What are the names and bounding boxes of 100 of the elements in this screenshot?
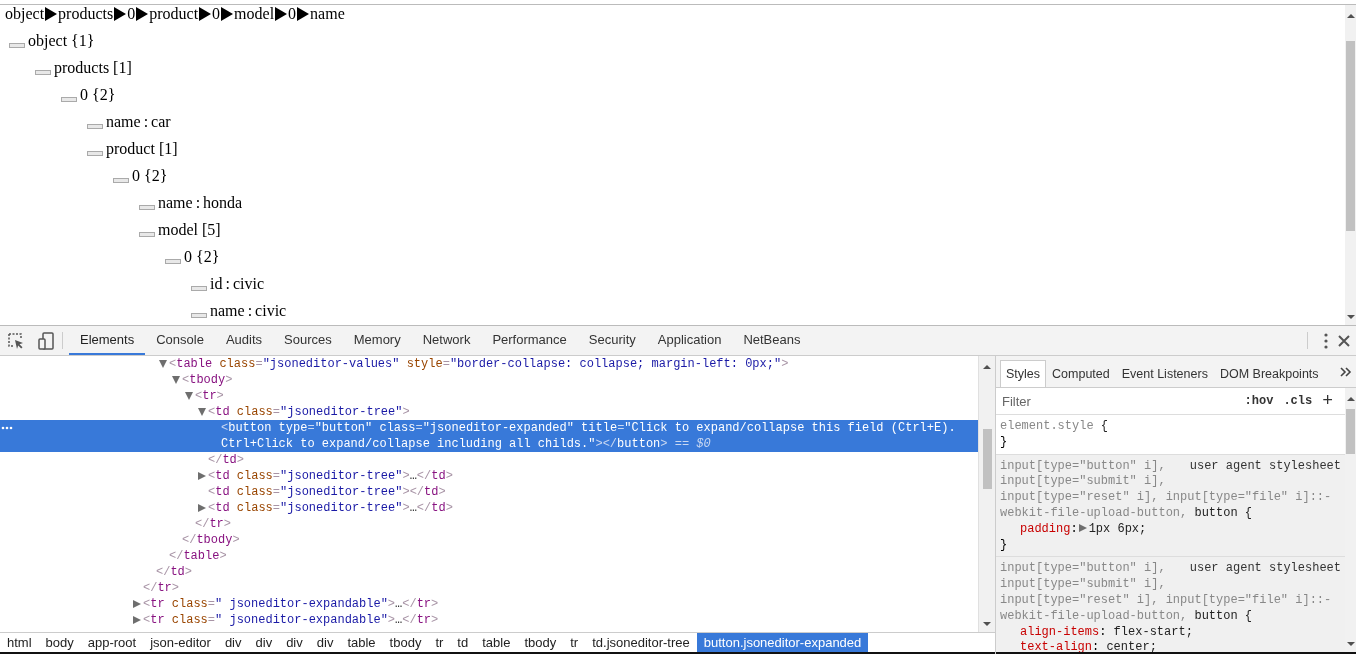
property-value[interactable]: 1px 6px; xyxy=(1077,521,1147,538)
breadcrumb-link[interactable]: 0 xyxy=(288,5,297,23)
filter-field[interactable]: Filter xyxy=(1000,392,1240,410)
scrollbar[interactable] xyxy=(1345,5,1356,325)
field-name[interactable]: 0 xyxy=(184,247,192,266)
scrollbar[interactable] xyxy=(978,356,995,632)
breadcrumb-link[interactable]: model xyxy=(234,5,275,23)
field-name[interactable]: model xyxy=(158,220,198,239)
dom-node-row[interactable]: <table class="jsoneditor-values" style="border-collapse: collapse; margin-left: 0px;"> xyxy=(0,356,978,372)
field-name[interactable]: product xyxy=(106,139,155,158)
rule-selector: input[type="submit" i], xyxy=(1000,577,1167,593)
field-value[interactable]: civic xyxy=(232,274,264,293)
breadcrumb-link[interactable]: products xyxy=(58,5,114,23)
dom-path-item[interactable]: td xyxy=(450,633,476,652)
property-value[interactable]: center; xyxy=(1099,640,1157,652)
devtools-tab[interactable]: NetBeans xyxy=(732,326,812,355)
breadcrumb-link[interactable]: product xyxy=(149,5,199,23)
styles-tab[interactable]: Computed xyxy=(1046,360,1116,387)
dom-path-item[interactable]: div xyxy=(279,633,310,652)
separator-arrow-icon xyxy=(114,7,127,21)
field-name[interactable]: name xyxy=(106,112,141,131)
dom-node-row[interactable]: <td class="jsoneditor-tree">…</td> xyxy=(0,500,978,516)
field-name[interactable]: products xyxy=(54,58,110,77)
disclosure-triangle-icon[interactable] xyxy=(133,600,141,608)
styles-tab[interactable]: DOM Breakpoints xyxy=(1213,360,1325,387)
devtools-tab[interactable]: Application xyxy=(646,326,733,355)
dom-node-row[interactable]: <td class="jsoneditor-tree">…</td> xyxy=(0,468,978,484)
scrollbar[interactable] xyxy=(1345,388,1356,652)
field-name[interactable]: id xyxy=(210,274,223,293)
disclosure-triangle-icon[interactable] xyxy=(172,376,180,384)
dom-path-item[interactable]: button.jsoneditor-expanded xyxy=(696,633,869,652)
dom-path-item[interactable]: html xyxy=(0,633,39,652)
code-line: <tbody> xyxy=(182,372,233,388)
code-line: <td class="jsoneditor-tree"> xyxy=(208,404,410,420)
disclosure-triangle-icon[interactable] xyxy=(133,616,141,624)
devtools-tab[interactable]: Security xyxy=(577,326,647,355)
disclosure-triangle-icon[interactable] xyxy=(159,360,167,368)
styles-tab[interactable]: Event Listeners xyxy=(1115,360,1214,387)
chevron-double-right-icon[interactable] xyxy=(1340,366,1352,377)
dom-node-row[interactable]: <tr class=" jsoneditor-expandable">…</tr> xyxy=(0,612,978,628)
disclosure-triangle-icon[interactable] xyxy=(198,504,206,512)
property-colon: : xyxy=(1070,521,1078,538)
dom-path-item[interactable]: table xyxy=(340,633,383,652)
dom-path-item[interactable]: body xyxy=(38,633,81,652)
devtools-tab[interactable]: Console xyxy=(145,326,215,355)
device-toolbar-icon[interactable] xyxy=(36,330,56,351)
breadcrumb-link[interactable]: object xyxy=(5,5,45,23)
hover-state-toggle[interactable]: :hov xyxy=(1239,394,1279,408)
property-name[interactable]: padding xyxy=(1020,521,1071,538)
dom-path-item[interactable]: div xyxy=(309,633,341,652)
dom-path-item[interactable]: div xyxy=(248,633,280,652)
dom-node-row[interactable]: <td class="jsoneditor-tree"></td> xyxy=(0,484,978,500)
property-name[interactable]: align-items xyxy=(1020,624,1100,641)
devtools-tab[interactable]: Sources xyxy=(273,326,343,355)
dom-path-item[interactable]: json-editor xyxy=(143,633,218,652)
disclosure-triangle-icon[interactable] xyxy=(185,392,193,400)
dom-path-item[interactable]: tbody xyxy=(382,633,429,652)
code-line: <td class="jsoneditor-tree">…</td> xyxy=(208,500,453,516)
devtools-tab[interactable]: Memory xyxy=(342,326,412,355)
property-name[interactable]: text-align xyxy=(1020,640,1092,652)
property-value[interactable]: flex-start; xyxy=(1106,624,1193,641)
dom-path-item[interactable]: div xyxy=(217,633,249,652)
child-count: {2} xyxy=(92,85,116,104)
more-dots-icon[interactable] xyxy=(1,426,13,430)
field-value[interactable]: civic xyxy=(255,301,287,320)
styles-tab[interactable]: Styles xyxy=(1000,360,1047,387)
separator-arrow-icon xyxy=(275,7,288,21)
field-value[interactable]: car xyxy=(151,112,171,131)
disclosure-triangle-icon[interactable] xyxy=(198,472,206,480)
field-name[interactable]: 0 xyxy=(132,166,140,185)
more-menu-icon[interactable] xyxy=(1324,332,1328,349)
child-count: {1} xyxy=(71,31,95,50)
rule-selector: input[type="button" i], xyxy=(1000,561,1166,578)
devtools-tab[interactable]: Audits xyxy=(214,326,274,355)
rule-source: user agent stylesheet xyxy=(1189,458,1341,475)
devtools-tab[interactable]: Network xyxy=(411,326,482,355)
dom-path-item[interactable]: app-root xyxy=(80,633,144,652)
dom-node-row[interactable]: <tr> xyxy=(0,388,978,404)
breadcrumb-link[interactable]: 0 xyxy=(212,5,221,23)
dom-path-item[interactable]: tr xyxy=(563,633,586,652)
field-name[interactable]: name xyxy=(158,193,193,212)
dom-node-row[interactable]: <tr class=" jsoneditor-expandable">…</tr> xyxy=(0,596,978,612)
field-name[interactable]: object xyxy=(28,31,68,50)
breadcrumb-link[interactable]: name xyxy=(310,5,345,23)
dom-path-item[interactable]: table xyxy=(475,633,518,652)
devtools-tab[interactable]: Elements xyxy=(69,326,146,355)
rule-selector: input[type="button" i], xyxy=(1000,458,1166,475)
dom-node-row[interactable]: <tbody> xyxy=(0,372,978,388)
dom-path-item[interactable]: tbody xyxy=(517,633,564,652)
add-rule-button[interactable]: + xyxy=(1317,391,1341,411)
dom-node-row[interactable]: <button type="button" class="jsoneditor-expanded" title="Click to expand/collapse this field (Ctrl+E). Ctrl+Click to expand/collapse including all childs."></button> == $0 xyxy=(0,420,978,452)
field-name[interactable]: 0 xyxy=(80,85,88,104)
dom-path-item[interactable]: tr xyxy=(428,633,451,652)
dom-path-item[interactable]: td.jsoneditor-tree xyxy=(585,633,697,652)
close-icon[interactable] xyxy=(1338,334,1350,347)
devtools-tab[interactable]: Performance xyxy=(481,326,578,355)
breadcrumb-link[interactable]: 0 xyxy=(127,5,136,23)
field-name[interactable]: name xyxy=(210,301,245,320)
field-value[interactable]: honda xyxy=(203,193,243,212)
class-toggle[interactable]: .cls xyxy=(1278,394,1318,408)
